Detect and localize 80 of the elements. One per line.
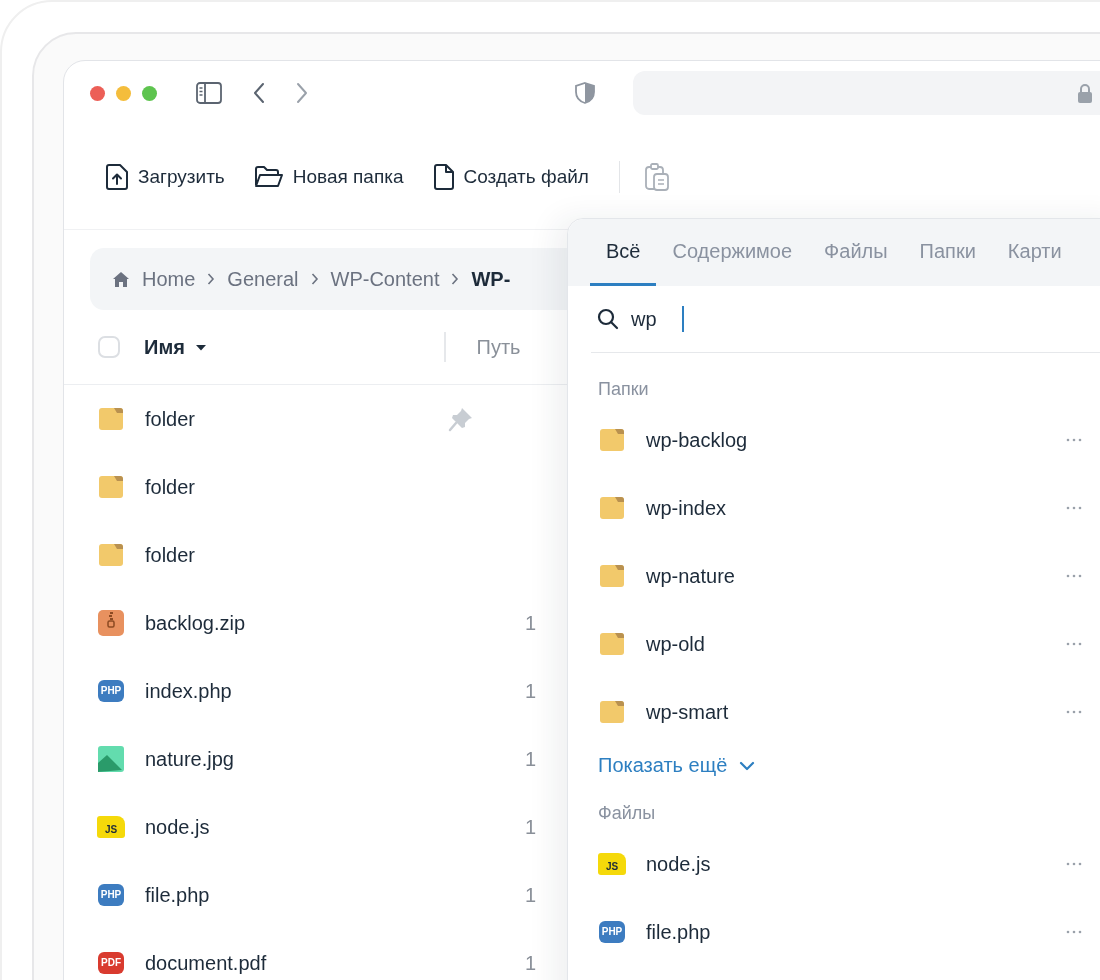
chevron-icon [310, 272, 319, 286]
upload-icon [106, 164, 128, 190]
search-field[interactable]: wp [631, 307, 680, 331]
result-name[interactable]: wp-smart [646, 700, 1066, 724]
file-icon [433, 164, 454, 190]
table-cell: 1 [525, 815, 537, 839]
back-icon[interactable] [252, 82, 266, 104]
file-name[interactable]: document.pdf [145, 951, 448, 975]
file-name[interactable]: folder [145, 543, 448, 567]
forward-icon[interactable] [295, 82, 309, 104]
search-icon [597, 308, 619, 330]
image-icon [98, 746, 124, 772]
filter-tab[interactable]: Всё [590, 219, 657, 286]
folder-icon [98, 407, 124, 431]
text-cursor [682, 306, 684, 332]
clipboard-icon [643, 163, 670, 191]
result-name[interactable]: file.php [646, 920, 1066, 944]
folder-icon [98, 475, 124, 499]
sidebar-icon[interactable] [196, 82, 222, 104]
table-cell: 1 [525, 611, 537, 635]
show-more-link[interactable]: Показать ещё [598, 754, 756, 777]
result-name[interactable]: wp-nature [646, 564, 1066, 588]
more-icon[interactable] [1066, 574, 1082, 578]
sort-caret-icon [194, 343, 207, 351]
breadcrumb-link[interactable]: WP- [471, 267, 511, 291]
more-icon[interactable] [1066, 710, 1082, 714]
folder-icon [599, 632, 625, 656]
select-all-checkbox[interactable] [98, 336, 120, 358]
folder-icon [599, 700, 625, 724]
more-icon[interactable] [1066, 862, 1082, 866]
table-cell: 1 [525, 951, 537, 975]
maximize-window-button[interactable] [142, 85, 157, 101]
folder-icon [599, 496, 625, 520]
lock-icon [1077, 83, 1093, 103]
file-name[interactable]: nature.jpg [145, 747, 448, 771]
close-window-button[interactable] [90, 85, 105, 101]
chevron-icon [451, 272, 460, 286]
toolbar-button[interactable]: Создать файл [425, 158, 597, 196]
chevron-down-icon [739, 760, 756, 771]
breadcrumb-link[interactable]: WP-Content [330, 267, 440, 291]
toolbar-button[interactable]: Загрузить [98, 158, 233, 196]
file-name[interactable]: folder [145, 475, 448, 499]
more-icon[interactable] [1066, 642, 1082, 646]
file-name[interactable]: node.js [145, 815, 448, 839]
file-name[interactable]: folder [145, 407, 448, 431]
section-heading: Файлы [598, 803, 657, 824]
file-name[interactable]: file.php [145, 883, 448, 907]
file-type-badge: PHP [599, 921, 625, 943]
folder-icon [599, 428, 625, 452]
result-name[interactable]: wp-old [646, 632, 1066, 656]
file-type-badge: PHP [98, 884, 124, 906]
chevron-icon [207, 272, 216, 286]
home-icon[interactable] [112, 270, 130, 288]
more-icon[interactable] [1066, 438, 1082, 442]
minimize-window-button[interactable] [116, 85, 131, 101]
table-cell: 1 [525, 679, 537, 703]
more-icon[interactable] [1066, 930, 1082, 934]
archive-icon [98, 610, 124, 636]
file-name[interactable]: index.php [145, 679, 448, 703]
folder-icon [254, 166, 283, 188]
file-type-badge: JS [97, 816, 125, 838]
result-name[interactable]: node.js [646, 852, 1066, 876]
toolbar-button[interactable]: Новая папка [246, 160, 412, 194]
folder-icon [98, 543, 124, 567]
more-icon[interactable] [1066, 506, 1082, 510]
table-cell: 1 [525, 883, 537, 907]
result-name[interactable]: wp-index [646, 496, 1066, 520]
breadcrumb-link[interactable]: Home [142, 267, 196, 291]
column-header[interactable]: Имя [144, 331, 444, 363]
file-type-badge: PDF [98, 952, 124, 974]
result-name[interactable]: wp-backlog [646, 428, 1066, 452]
shield-icon[interactable] [575, 82, 595, 104]
breadcrumb-link[interactable]: General [227, 267, 299, 291]
folder-icon [599, 564, 625, 588]
section-heading: Папки [598, 379, 650, 400]
table-cell: 1 [525, 747, 537, 771]
file-type-badge: JS [598, 853, 626, 875]
pin-icon[interactable] [448, 406, 474, 432]
file-type-badge: PHP [98, 680, 124, 702]
file-name[interactable]: backlog.zip [145, 611, 448, 635]
